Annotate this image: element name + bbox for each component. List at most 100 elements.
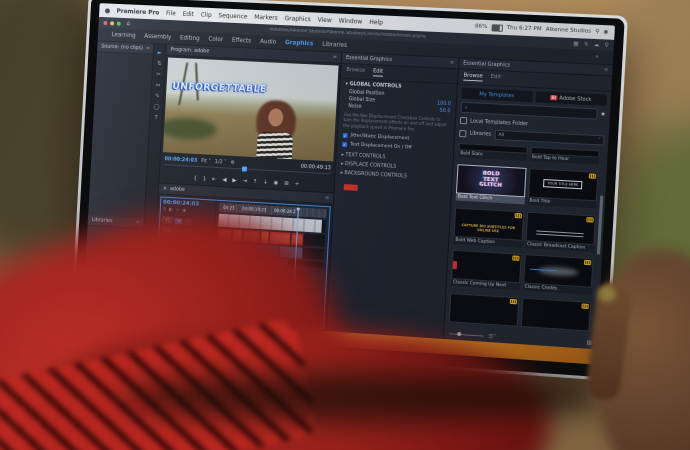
tab-audio[interactable]: Audio — [260, 38, 277, 45]
hand-tool[interactable]: ◯ — [154, 104, 160, 110]
stock-logo-icon: St — [550, 94, 558, 101]
ruler-label: 04:23 — [223, 205, 235, 211]
tab-effects[interactable]: Effects — [232, 37, 252, 44]
app-name[interactable]: Premiere Pro — [116, 7, 159, 16]
close-timeline-icon[interactable]: × — [163, 186, 167, 192]
template-partial[interactable] — [448, 293, 519, 331]
apple-logo-icon[interactable] — [104, 7, 111, 13]
panel-menu-icon[interactable]: ≡ — [146, 46, 150, 52]
go-to-out-button[interactable]: ⇥ — [242, 178, 247, 184]
panel-menu-icon[interactable]: ≡ — [450, 60, 455, 66]
snap-icon[interactable]: ⚲ — [163, 207, 166, 212]
edit-tab[interactable]: Edit — [491, 74, 502, 83]
template-bold-text-glitch[interactable]: BOLD TEXT GLITCH Bold Text Glitch — [455, 163, 527, 208]
close-window-button[interactable] — [103, 20, 108, 25]
template-bold-web-caption[interactable]: CAPTURE BIG SUBTITLES FOR ONLINE USE Bol… — [453, 207, 524, 251]
play-button[interactable]: ▶ — [232, 178, 236, 184]
tabs-overflow-icon[interactable]: » — [595, 54, 599, 60]
slip-tool[interactable]: ↔ — [155, 83, 160, 89]
browse-tab[interactable]: Browse — [346, 67, 365, 76]
template-classic-coming-up-next[interactable]: Classic Coming Up Next — [450, 250, 522, 294]
template-badge — [588, 173, 597, 179]
quick-export-icon[interactable]: ↯ — [584, 41, 589, 47]
export-frame-button[interactable]: ◉ — [273, 180, 278, 186]
template-bold-title[interactable]: YOUR TITLE HERE Bold Title — [527, 167, 599, 212]
extract-button[interactable]: ↓ — [263, 180, 268, 186]
favorites-star-icon[interactable]: ★ — [600, 111, 606, 118]
siri-icon[interactable]: ◉ — [603, 29, 608, 35]
tab-color[interactable]: Color — [208, 36, 223, 43]
menu-edit[interactable]: Edit — [182, 10, 194, 17]
template-badge — [514, 212, 522, 218]
adobe-stock-button[interactable]: St Adobe Stock — [534, 91, 607, 106]
thumbnail-size-slider[interactable] — [449, 333, 484, 337]
menu-sequence[interactable]: Sequence — [218, 12, 247, 20]
type-tool[interactable]: T — [154, 115, 158, 121]
mark-out-button[interactable]: } — [203, 176, 207, 182]
panel-menu-icon[interactable]: ≡ — [333, 54, 338, 60]
template-classic-broadcast-caption[interactable]: Classic Broadcast Caption — [524, 211, 596, 255]
home-icon[interactable]: ⌂ — [126, 20, 130, 27]
local-templates-checkbox[interactable] — [459, 116, 468, 125]
menu-help[interactable]: Help — [369, 18, 383, 26]
cloud-sync-icon[interactable]: ☁ — [594, 41, 600, 47]
maximize-window-button[interactable] — [116, 21, 121, 26]
mark-in-button[interactable]: { — [193, 176, 197, 182]
browse-tab[interactable]: Browse — [463, 72, 483, 82]
list-view-icon[interactable]: ☰˅ — [488, 333, 496, 340]
panel-menu-icon[interactable]: ≡ — [325, 195, 329, 201]
track-select-tool[interactable]: ⇅ — [157, 61, 162, 67]
pen-tool[interactable]: ✎ — [155, 93, 160, 99]
thumb-nail — [598, 286, 616, 302]
menu-clip[interactable]: Clip — [201, 11, 212, 18]
tab-editing[interactable]: Editing — [180, 35, 200, 42]
checkbox-checked-icon[interactable]: ✓ — [342, 142, 348, 148]
menubar-account[interactable]: Alkenne Studios — [546, 27, 592, 35]
step-back-button[interactable]: ◀ — [222, 177, 226, 183]
template-badge — [586, 216, 594, 223]
tab-graphics[interactable]: Graphics — [285, 40, 314, 47]
menu-view[interactable]: View — [317, 16, 331, 24]
search-icon[interactable]: ⚲ — [604, 42, 609, 48]
selection-tool[interactable]: ► — [157, 50, 161, 56]
menu-file[interactable]: File — [166, 10, 176, 17]
fit-dropdown[interactable]: Fit ˅ — [201, 158, 211, 164]
resolution-dropdown[interactable]: 1/2 ˅ — [215, 159, 227, 166]
template-bold-tap-to-hear[interactable]: Bold Tap to Hear — [529, 146, 600, 169]
lift-button[interactable]: ↑ — [253, 179, 258, 185]
go-to-in-button[interactable]: ⇤ — [212, 177, 217, 183]
tab-learning[interactable]: Learning — [111, 32, 136, 39]
template-badge — [509, 299, 517, 305]
spotlight-icon[interactable]: ⚲ — [595, 29, 600, 35]
libraries-checkbox[interactable] — [459, 129, 467, 137]
menu-graphics[interactable]: Graphics — [284, 15, 311, 23]
program-monitor-preview[interactable]: UNFORGETTABLE — [162, 57, 339, 162]
settings-wrench-icon[interactable]: ⚙ — [230, 160, 235, 166]
title-here-art: YOUR TITLE HERE — [543, 179, 583, 190]
menu-window[interactable]: Window — [339, 17, 363, 25]
tab-assembly[interactable]: Assembly — [144, 33, 171, 40]
template-bold-slate[interactable]: Bold Slate — [457, 143, 528, 165]
scrub-playhead[interactable] — [241, 166, 247, 172]
panel-menu-icon[interactable]: ≡ — [604, 67, 609, 73]
menu-markers[interactable]: Markers — [254, 13, 278, 21]
my-templates-button[interactable]: My Templates — [461, 87, 533, 103]
chevron-down-icon: ˅ — [597, 137, 601, 143]
battery-percent: 86% — [474, 23, 488, 31]
edit-tab[interactable]: Edit — [372, 68, 384, 77]
checkbox-checked-icon[interactable]: ✓ — [342, 133, 348, 139]
glitch-art: BOLD TEXT GLITCH — [457, 165, 526, 196]
tab-libraries[interactable]: Libraries — [322, 41, 347, 48]
template-partial[interactable] — [520, 297, 592, 336]
minimize-window-button[interactable] — [110, 20, 115, 25]
menubar-clock[interactable]: Thu 6:27 PM — [506, 25, 541, 33]
program-timecode[interactable]: 00:00:24:03 — [164, 156, 197, 164]
linked-selection-icon[interactable]: ◧ — [169, 208, 173, 213]
template-classic-credits[interactable]: Classic Credits — [522, 254, 594, 299]
razor-tool[interactable]: ✂ — [156, 72, 161, 78]
color-swatch[interactable] — [343, 184, 358, 192]
red-tag — [452, 260, 458, 270]
workspace-grid-icon[interactable]: ▦ — [573, 41, 579, 47]
button-editor[interactable]: + — [294, 181, 299, 187]
comparison-view-button[interactable]: ⊞ — [284, 181, 289, 187]
